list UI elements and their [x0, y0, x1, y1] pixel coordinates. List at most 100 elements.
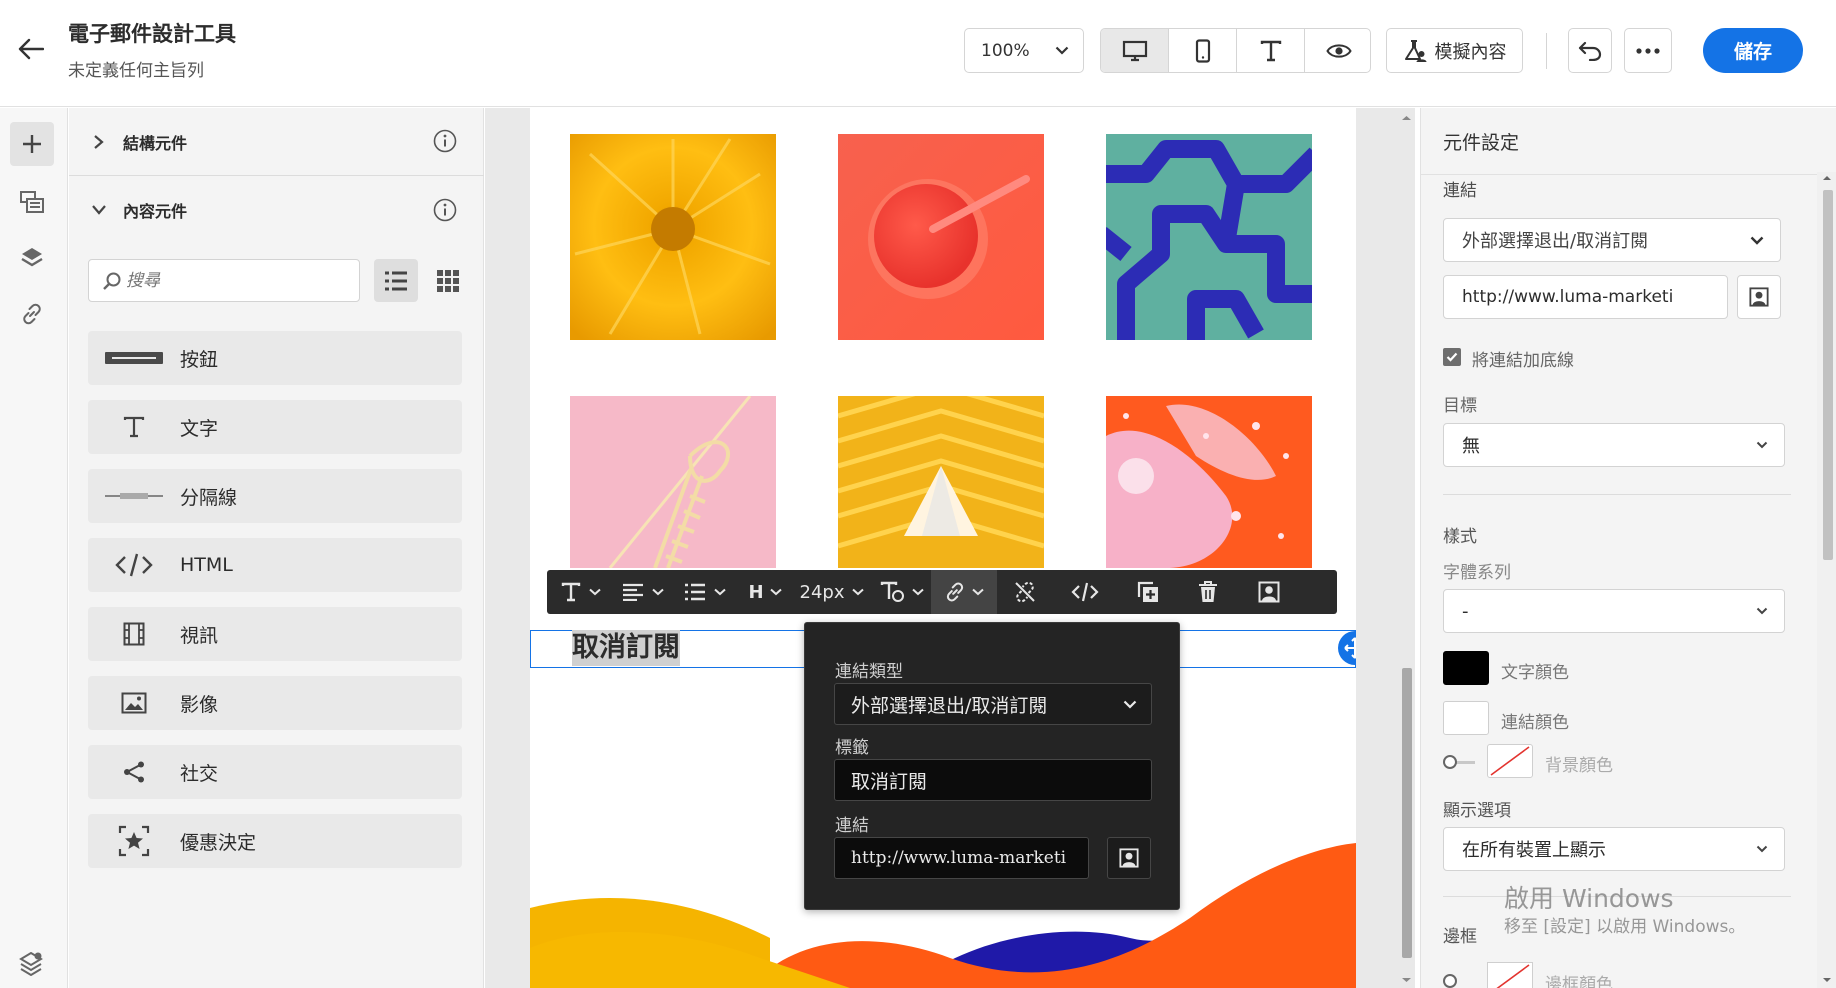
font-family-value: - — [1462, 600, 1469, 622]
plus-icon — [23, 135, 41, 153]
fragments-icon — [20, 191, 44, 213]
border-color-swatch[interactable] — [1487, 962, 1533, 988]
add-components-button[interactable] — [10, 122, 54, 166]
structure-components-header[interactable]: 結構元件 — [69, 108, 484, 176]
save-button[interactable]: 儲存 — [1703, 28, 1803, 73]
chevron-down-icon — [589, 588, 601, 596]
duplicate-button[interactable] — [1119, 570, 1177, 614]
component-button[interactable]: 按鈕 — [88, 331, 462, 385]
component-html[interactable]: HTML — [88, 538, 462, 592]
source-code-button[interactable] — [1055, 570, 1115, 614]
drink-image — [838, 134, 1044, 340]
component-text[interactable]: 文字 — [88, 400, 462, 454]
text-toolbar: H 24px — [547, 570, 1337, 614]
personalization-button[interactable] — [1239, 570, 1299, 614]
font-size-button[interactable]: 24px — [795, 570, 869, 614]
toggle-knob — [1443, 974, 1457, 988]
text-color-swatch[interactable] — [1443, 651, 1489, 685]
display-options-value: 在所有裝置上顯示 — [1462, 840, 1606, 861]
component-divider[interactable]: 分隔線 — [88, 469, 462, 523]
zoom-select[interactable]: 100% — [964, 28, 1084, 73]
canvas-scrollbar[interactable] — [1398, 108, 1415, 988]
link-type-select[interactable]: 外部選擇退出/取消訂閱 — [1443, 218, 1781, 262]
delete-button[interactable] — [1179, 570, 1237, 614]
settings-scrollbar-thumb[interactable] — [1823, 190, 1833, 560]
scroll-up-icon[interactable] — [1817, 172, 1836, 184]
link-url-input[interactable]: http://www.luma-marketi — [1443, 275, 1728, 319]
link-url-value: http://www.luma-marketi — [1462, 287, 1674, 307]
link-icon — [23, 303, 41, 325]
component-social[interactable]: 社交 — [88, 745, 462, 799]
personalization-icon — [1258, 581, 1280, 603]
link-type-select[interactable]: 外部選擇退出/取消訂閱 — [834, 683, 1152, 725]
toggle-knob — [1443, 755, 1457, 769]
link-url-input[interactable]: http://www.luma-marketi — [834, 837, 1089, 879]
layers-button[interactable] — [10, 236, 54, 280]
text-color-label: 文字顏色 — [1501, 663, 1569, 683]
settings-panel: 元件設定 連結 外部選擇退出/取消訂閱 http://www.luma-mark… — [1420, 108, 1836, 988]
background-color-toggle[interactable] — [1443, 755, 1475, 769]
links-button[interactable] — [10, 292, 54, 336]
text-view-button[interactable] — [1237, 29, 1305, 72]
search-input[interactable] — [126, 270, 346, 291]
component-video[interactable]: 視訊 — [88, 607, 462, 661]
text-format-button[interactable] — [873, 570, 931, 614]
font-style-button[interactable] — [551, 570, 611, 614]
chevron-down-icon — [1123, 700, 1137, 709]
align-button[interactable] — [613, 570, 673, 614]
display-options-select[interactable]: 在所有裝置上顯示 — [1443, 827, 1785, 871]
underline-checkbox[interactable] — [1443, 348, 1461, 366]
mobile-view-button[interactable] — [1169, 29, 1237, 72]
insert-link-button[interactable] — [931, 570, 997, 614]
preview-button[interactable] — [1305, 29, 1370, 72]
unsubscribe-link-text[interactable]: 取消訂閱 — [572, 630, 680, 666]
fragments-button[interactable] — [10, 180, 54, 224]
info-icon[interactable] — [433, 198, 457, 222]
back-button[interactable] — [14, 32, 48, 66]
search-field[interactable] — [88, 259, 360, 302]
list-button[interactable] — [675, 570, 735, 614]
undo-icon — [1578, 41, 1602, 61]
label-field-label: 標籤 — [835, 738, 869, 758]
image-blue-pattern[interactable] — [1106, 134, 1312, 340]
simulate-content-button[interactable]: 模擬內容 — [1386, 28, 1523, 73]
list-view-button[interactable] — [374, 259, 418, 302]
heading-button[interactable]: H — [741, 570, 789, 614]
url-personalization-button[interactable] — [1107, 837, 1151, 879]
component-image[interactable]: 影像 — [88, 676, 462, 730]
more-options-button[interactable] — [1624, 28, 1672, 73]
link-color-swatch[interactable] — [1443, 701, 1489, 735]
settings-stack-button[interactable] — [10, 942, 54, 986]
grid-view-button[interactable] — [426, 259, 470, 302]
link-type-value: 外部選擇退出/取消訂閱 — [851, 694, 1048, 717]
border-color-label: 邊框顏色 — [1545, 975, 1613, 988]
settings-scrollbar[interactable] — [1817, 172, 1836, 988]
left-rail — [0, 108, 68, 988]
trash-icon — [1199, 581, 1217, 602]
image-red-drink[interactable] — [838, 134, 1044, 340]
component-offer-decision[interactable]: 優惠決定 — [88, 814, 462, 868]
font-family-select[interactable]: - — [1443, 589, 1785, 633]
undo-button[interactable] — [1568, 28, 1612, 73]
content-components-header[interactable]: 內容元件 — [69, 176, 484, 244]
image-pink-whisk[interactable] — [570, 396, 776, 568]
background-color-swatch[interactable] — [1487, 744, 1533, 778]
chevron-down-icon — [1756, 441, 1768, 449]
unlink-button[interactable] — [999, 570, 1051, 614]
border-color-toggle[interactable] — [1443, 974, 1475, 988]
chevron-down-icon — [1055, 46, 1069, 55]
component-label: 視訊 — [180, 624, 219, 647]
url-personalization-button[interactable] — [1737, 275, 1781, 319]
link-label-input[interactable]: 取消訂閱 — [834, 759, 1152, 801]
image-orange-paint[interactable] — [1106, 396, 1312, 568]
scroll-up-icon[interactable] — [1398, 112, 1415, 124]
image-yellow-tunnel[interactable] — [838, 396, 1044, 568]
link-type-value: 外部選擇退出/取消訂閱 — [1462, 231, 1649, 252]
scroll-down-icon[interactable] — [1817, 974, 1836, 986]
scroll-down-icon[interactable] — [1398, 974, 1415, 986]
target-select[interactable]: 無 — [1443, 423, 1785, 467]
info-icon[interactable] — [433, 129, 457, 153]
canvas-scrollbar-thumb[interactable] — [1402, 668, 1412, 958]
desktop-view-button[interactable] — [1101, 29, 1169, 72]
image-yellow-flower[interactable] — [570, 134, 776, 340]
